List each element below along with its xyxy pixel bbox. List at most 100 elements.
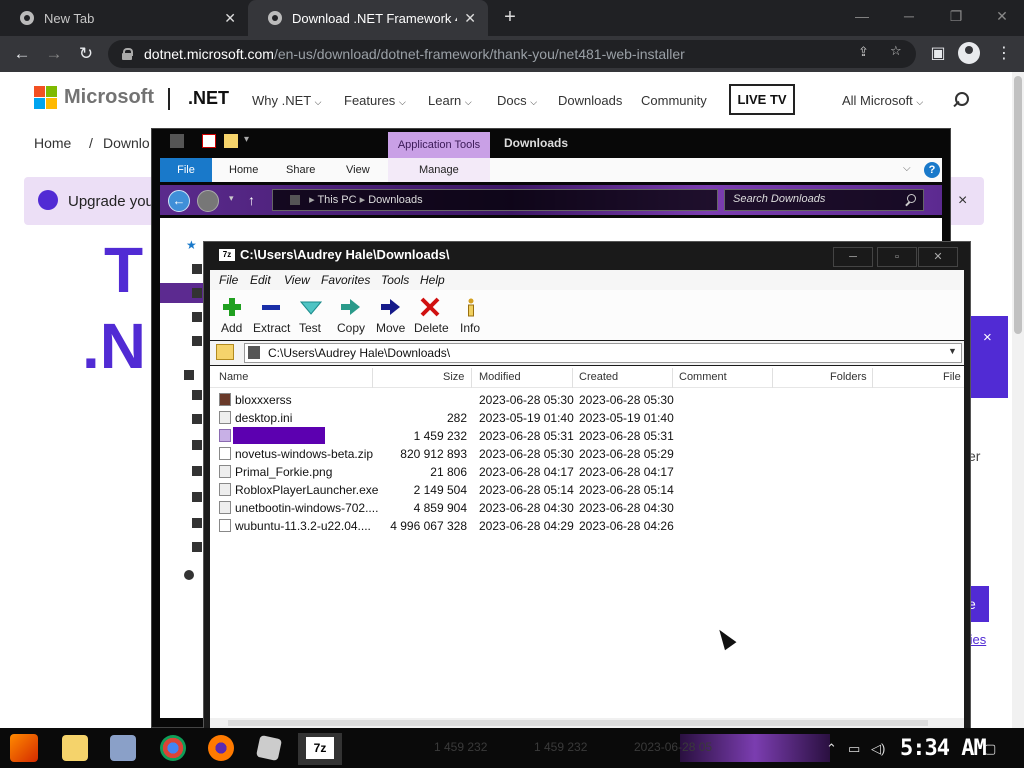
restore-icon[interactable]: ❐ bbox=[936, 4, 976, 28]
nav-features[interactable]: Features ⌵ bbox=[344, 93, 406, 108]
chevron-down-icon[interactable]: ⌵ bbox=[903, 163, 911, 174]
search-placeholder[interactable]: Search Downloads bbox=[733, 193, 825, 205]
column-files[interactable]: File bbox=[943, 371, 961, 383]
nav-community[interactable]: Community bbox=[641, 93, 707, 108]
toolbar-copy[interactable]: Copy bbox=[337, 321, 365, 335]
menu-help[interactable]: Help bbox=[420, 273, 445, 287]
7zip-address-text[interactable]: C:\Users\Audrey Hale\Downloads\ bbox=[268, 346, 450, 360]
help-icon[interactable]: ? bbox=[924, 162, 940, 178]
extract-minus-icon[interactable] bbox=[260, 297, 282, 317]
share-icon[interactable]: ⇪ bbox=[858, 44, 869, 60]
chevron-down-icon[interactable]: ▾ bbox=[244, 134, 258, 148]
drive-icon[interactable] bbox=[192, 390, 202, 400]
live-tv-button[interactable]: LIVE TV bbox=[729, 84, 795, 115]
tab-dotnet-download[interactable]: Download .NET Framework 4.8 ✕ bbox=[248, 0, 488, 36]
tab-new-tab[interactable]: New Tab ✕ bbox=[0, 0, 248, 36]
toolbar-delete[interactable]: Delete bbox=[414, 321, 449, 335]
breadcrumb-downloads[interactable]: Downlo bbox=[103, 135, 150, 151]
maximize-icon[interactable]: ▫ bbox=[877, 247, 917, 267]
minimize-icon[interactable]: ─ bbox=[889, 4, 929, 28]
network-icon[interactable] bbox=[184, 570, 194, 580]
back-arrow-icon[interactable]: ← bbox=[168, 190, 190, 212]
firefox-icon[interactable] bbox=[208, 735, 234, 761]
forward-arrow-icon[interactable] bbox=[197, 190, 219, 212]
profile-avatar-icon[interactable] bbox=[958, 42, 980, 64]
nav-downloads[interactable]: Downloads bbox=[558, 93, 622, 108]
test-check-icon[interactable] bbox=[299, 297, 323, 317]
nav-learn[interactable]: Learn ⌵ bbox=[428, 93, 472, 108]
minimize-icon[interactable]: ─ bbox=[833, 247, 873, 267]
column-modified[interactable]: Modified bbox=[479, 371, 521, 383]
folder-icon[interactable] bbox=[192, 264, 202, 274]
toolbar-add[interactable]: Add bbox=[221, 321, 242, 335]
menu-view[interactable]: View bbox=[284, 273, 310, 287]
new-folder-icon[interactable] bbox=[224, 134, 238, 148]
tab-application-tools[interactable]: Application Tools bbox=[388, 132, 490, 158]
bookmark-star-icon[interactable]: ☆ bbox=[890, 43, 902, 59]
folder-icon[interactable] bbox=[192, 312, 202, 322]
folder-icon[interactable] bbox=[192, 288, 202, 298]
chrome-icon[interactable] bbox=[160, 735, 186, 761]
folder-icon[interactable] bbox=[192, 336, 202, 346]
menu-tools[interactable]: Tools bbox=[381, 273, 409, 287]
menu-file[interactable]: File bbox=[219, 273, 238, 287]
onedrive-icon[interactable] bbox=[184, 370, 194, 380]
menu-edit[interactable]: Edit bbox=[250, 273, 271, 287]
tab-view[interactable]: View bbox=[346, 164, 370, 176]
7zip-taskbar-icon[interactable]: 7z bbox=[306, 737, 334, 759]
page-scrollbar[interactable] bbox=[1012, 72, 1024, 728]
info-icon[interactable] bbox=[460, 297, 482, 317]
properties-icon[interactable] bbox=[202, 134, 216, 148]
scroll-thumb[interactable] bbox=[1014, 76, 1022, 334]
minimize-icon[interactable]: — bbox=[842, 4, 882, 28]
microsoft-brand[interactable]: Microsoft bbox=[64, 86, 154, 109]
forward-arrow-icon[interactable]: → bbox=[42, 42, 66, 66]
close-icon[interactable]: ✕ bbox=[464, 10, 476, 27]
file-explorer-icon[interactable] bbox=[62, 735, 88, 761]
close-icon[interactable]: × bbox=[983, 329, 992, 346]
sidebar-icon[interactable]: ▣ bbox=[926, 42, 950, 66]
toolbar-move[interactable]: Move bbox=[376, 321, 405, 335]
column-created[interactable]: Created bbox=[579, 371, 618, 383]
drive-icon[interactable] bbox=[192, 542, 202, 552]
nav-why-dotnet[interactable]: Why .NET ⌵ bbox=[252, 93, 321, 108]
column-separator[interactable] bbox=[672, 368, 673, 388]
address-bar[interactable]: dotnet.microsoft.com /en-us/download/dot… bbox=[108, 40, 916, 68]
up-arrow-icon[interactable]: ↑ bbox=[248, 192, 255, 208]
close-icon[interactable]: ✕ bbox=[982, 4, 1022, 28]
move-arrow-icon[interactable] bbox=[379, 297, 401, 317]
scroll-thumb[interactable] bbox=[228, 720, 928, 726]
app-icon[interactable] bbox=[110, 735, 136, 761]
column-comment[interactable]: Comment bbox=[679, 371, 727, 383]
folder-up-icon[interactable] bbox=[216, 344, 234, 360]
column-separator[interactable] bbox=[872, 368, 873, 388]
search-icon[interactable] bbox=[952, 92, 969, 108]
back-arrow-icon[interactable]: ← bbox=[10, 42, 34, 66]
close-icon[interactable]: ✕ bbox=[224, 10, 236, 27]
close-icon[interactable]: × bbox=[958, 192, 967, 210]
column-separator[interactable] bbox=[372, 368, 373, 388]
delete-x-icon[interactable] bbox=[419, 297, 441, 317]
nav-docs[interactable]: Docs ⌵ bbox=[497, 93, 537, 108]
column-separator[interactable] bbox=[471, 368, 472, 388]
toolbar-extract[interactable]: Extract bbox=[253, 321, 290, 335]
volume-icon[interactable]: ◁) bbox=[871, 741, 885, 757]
roblox-icon[interactable] bbox=[255, 734, 283, 762]
more-menu-icon[interactable]: ⋮ bbox=[992, 42, 1016, 66]
tab-share[interactable]: Share bbox=[286, 164, 315, 176]
column-size[interactable]: Size bbox=[443, 371, 464, 383]
quick-access-star-icon[interactable]: ★ bbox=[186, 238, 197, 252]
toolbar-test[interactable]: Test bbox=[299, 321, 321, 335]
start-button-icon[interactable] bbox=[10, 734, 38, 762]
column-separator[interactable] bbox=[572, 368, 573, 388]
new-tab-button[interactable]: + bbox=[500, 4, 520, 30]
notification-icon[interactable]: ▢ bbox=[984, 741, 996, 757]
add-plus-icon[interactable] bbox=[221, 297, 243, 317]
chevron-down-icon[interactable]: ▼ bbox=[948, 346, 957, 356]
tab-home[interactable]: Home bbox=[229, 164, 258, 176]
copy-arrow-icon[interactable] bbox=[339, 297, 361, 317]
chevron-down-icon[interactable]: ▾ bbox=[229, 193, 234, 204]
close-icon[interactable]: ✕ bbox=[918, 247, 958, 267]
file-name[interactable]: bloxxxerss bbox=[235, 393, 292, 407]
menu-favorites[interactable]: Favorites bbox=[321, 273, 370, 287]
